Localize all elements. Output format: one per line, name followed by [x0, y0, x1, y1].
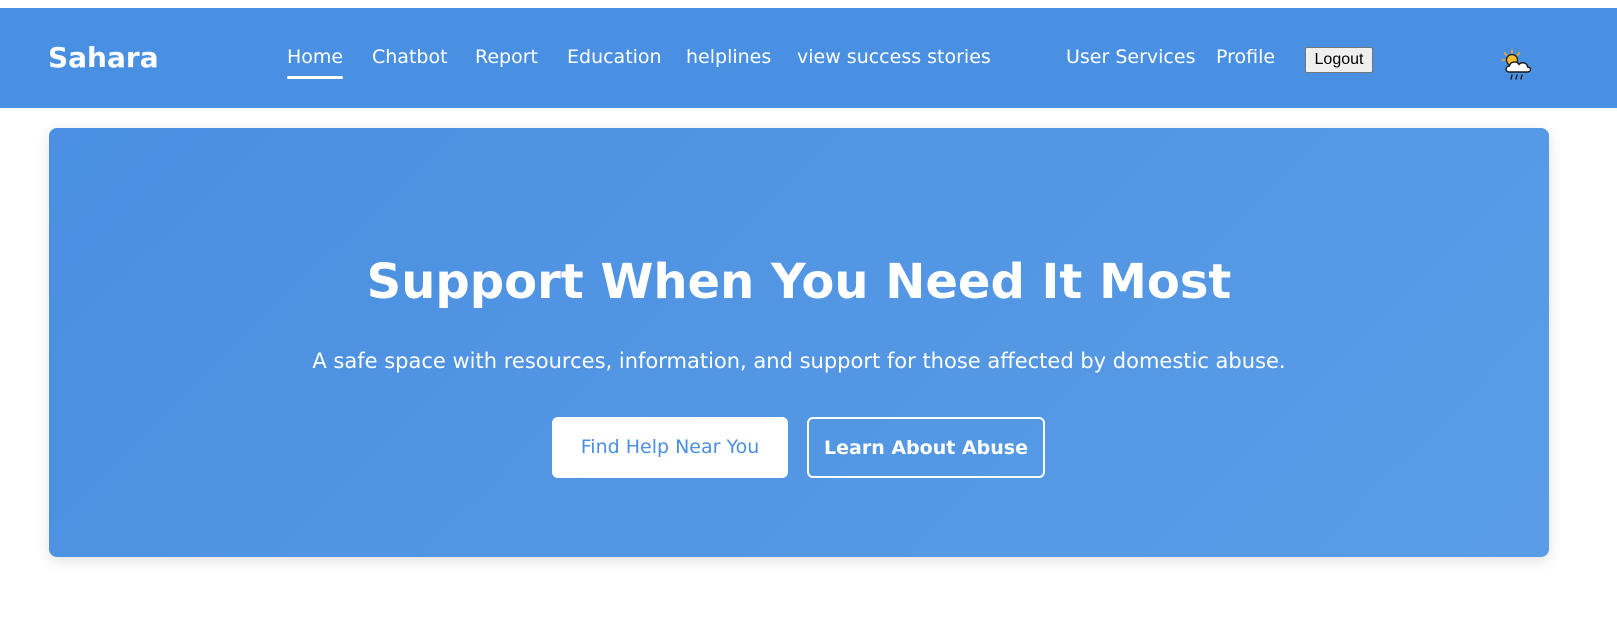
nav-link-user-services[interactable]: User Services — [1066, 44, 1195, 70]
page: Sahara Home Chatbot Report Education hel… — [0, 0, 1617, 617]
nav-link-education[interactable]: Education — [567, 44, 662, 70]
hero-subtitle: A safe space with resources, information… — [312, 349, 1286, 373]
cloud-sun-rain-icon[interactable] — [1500, 48, 1536, 84]
nav-link-success-stories[interactable]: view success stories — [797, 44, 991, 70]
nav-link-chatbot[interactable]: Chatbot — [372, 44, 448, 70]
nav-link-profile[interactable]: Profile — [1216, 44, 1275, 70]
nav-link-home[interactable]: Home — [287, 44, 344, 79]
top-navbar: Sahara Home Chatbot Report Education hel… — [0, 8, 1617, 108]
brand-logo[interactable]: Sahara — [48, 40, 159, 76]
nav-link-report[interactable]: Report — [475, 44, 538, 70]
find-help-button[interactable]: Find Help Near You — [552, 417, 788, 478]
hero-banner: Support When You Need It Most A safe spa… — [49, 128, 1549, 557]
logout-button[interactable]: Logout — [1305, 47, 1373, 73]
learn-about-abuse-button[interactable]: Learn About Abuse — [807, 417, 1045, 478]
nav-link-helplines[interactable]: helplines — [686, 44, 771, 70]
hero-title: Support When You Need It Most — [366, 254, 1232, 310]
